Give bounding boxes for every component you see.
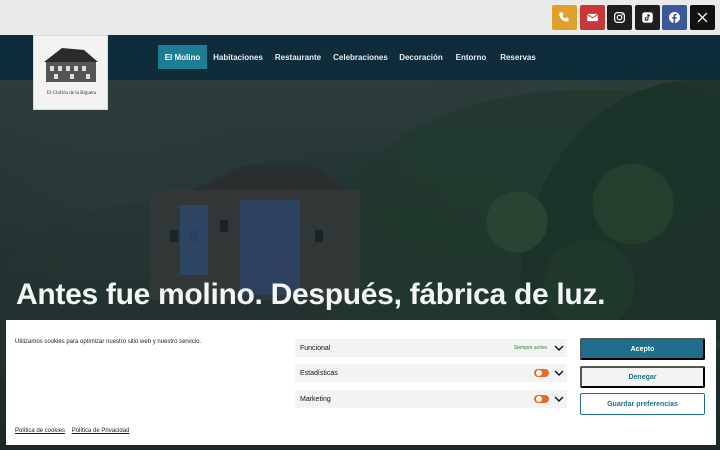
x-icon[interactable]	[690, 5, 715, 30]
facebook-icon[interactable]	[662, 5, 687, 30]
site-logo[interactable]: El Chiflón de la Ríguera	[33, 35, 108, 110]
mail-icon[interactable]	[580, 5, 605, 30]
nav-item-celebraciones[interactable]: Celebraciones	[333, 45, 388, 69]
nav-item-restaurante[interactable]: Restaurante	[274, 45, 322, 69]
hero-headline: Antes fue molino. Después, fábrica de lu…	[16, 278, 606, 311]
chevron-down-icon[interactable]	[554, 369, 564, 377]
marketing-toggle[interactable]	[534, 395, 549, 403]
cookie-policy-link[interactable]: Política de cookies	[15, 428, 65, 434]
top-bar	[0, 0, 720, 35]
nav-item-el-molino[interactable]: El Molino	[158, 45, 207, 69]
tiktok-icon[interactable]	[635, 5, 660, 30]
mill-house-icon	[44, 48, 98, 82]
category-label: Estadísticas	[300, 369, 338, 377]
save-preferences-button[interactable]: Guardar preferencias	[580, 393, 705, 415]
cookie-category-marketing[interactable]: Marketing	[295, 390, 567, 408]
cookie-category-estadisticas[interactable]: Estadísticas	[295, 364, 567, 382]
cookie-links: Política de cookies Política de Privacid…	[15, 428, 134, 434]
privacy-policy-link[interactable]: Política de Privacidad	[72, 428, 130, 434]
always-active-status: Siempre activo	[513, 345, 547, 351]
cookie-banner: Utilizamos cookies para optimizar nuestr…	[6, 320, 716, 445]
cookie-message: Utilizamos cookies para optimizar nuestr…	[15, 339, 202, 345]
nav-item-entorno[interactable]: Entorno	[455, 45, 487, 69]
nav-item-reservas[interactable]: Reservas	[499, 45, 537, 69]
chevron-down-icon[interactable]	[554, 395, 564, 403]
accept-button[interactable]: Acepto	[580, 338, 705, 360]
chevron-down-icon[interactable]	[554, 344, 564, 352]
phone-icon[interactable]	[552, 5, 577, 30]
deny-button[interactable]: Denegar	[580, 366, 705, 388]
cookie-category-funcional[interactable]: Funcional Siempre activo	[295, 339, 567, 357]
statistics-toggle[interactable]	[534, 369, 549, 377]
category-label: Marketing	[300, 395, 331, 403]
instagram-icon[interactable]	[607, 5, 632, 30]
nav-item-habitaciones[interactable]: Habitaciones	[212, 45, 264, 69]
logo-text: El Chiflón de la Ríguera	[47, 91, 96, 96]
nav-item-decoracion[interactable]: Decoración	[398, 45, 444, 69]
category-label: Funcional	[300, 344, 331, 352]
